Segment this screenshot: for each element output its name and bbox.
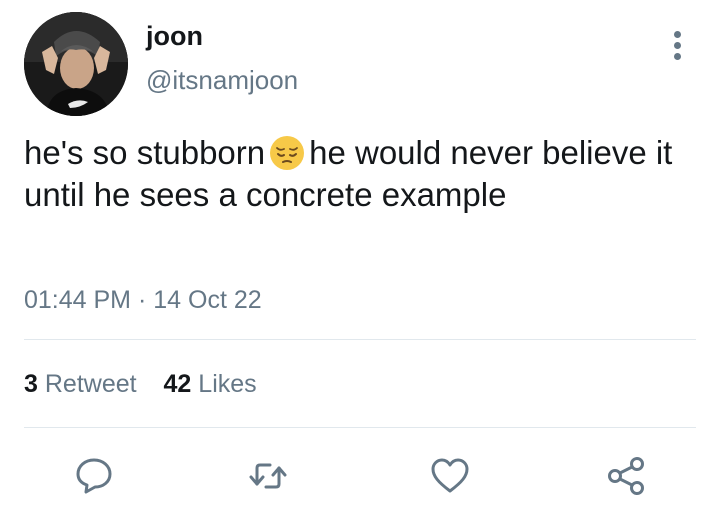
like-button[interactable]: [428, 454, 472, 498]
heart-icon: [431, 458, 469, 493]
tweet-stats: 3 Retweet 42 Likes: [24, 368, 277, 400]
tweet-timestamp[interactable]: 01:44 PM · 14 Oct 22: [24, 284, 262, 316]
more-dot: [674, 31, 681, 38]
speech-bubble-icon: [76, 458, 112, 494]
divider: [24, 339, 696, 340]
more-dot: [674, 53, 681, 60]
more-options-icon[interactable]: [664, 28, 692, 64]
reply-button[interactable]: [72, 454, 116, 498]
tweet-time: 01:44 PM: [24, 286, 132, 314]
share-nodes-icon: [608, 457, 644, 495]
user-handle[interactable]: @itsnamjoon: [146, 64, 298, 96]
likes-count: 42: [163, 370, 192, 398]
display-name[interactable]: joon: [146, 20, 203, 52]
retweets-stat[interactable]: 3 Retweet: [24, 368, 137, 400]
avatar[interactable]: [24, 12, 128, 116]
more-dot: [674, 42, 681, 49]
share-button[interactable]: [604, 454, 648, 498]
tweet-text-part-1: he's so stubborn: [24, 134, 266, 171]
meta-separator: ·: [137, 286, 147, 314]
retweets-count: 3: [24, 370, 38, 398]
avatar-photo: [24, 12, 128, 116]
retweet-arrows-icon: [249, 463, 287, 489]
pensive-face-icon: [269, 135, 305, 171]
likes-stat[interactable]: 42 Likes: [164, 368, 257, 400]
retweet-button[interactable]: [246, 454, 290, 498]
likes-label: Likes: [198, 370, 257, 398]
divider: [24, 427, 696, 428]
tweet-text: he's so stubborn he would never believe i…: [24, 132, 684, 216]
tweet-detail: joon @itsnamjoon he's so stubborn he woul…: [0, 0, 720, 529]
tweet-date: 14 Oct 22: [153, 286, 262, 314]
retweets-label: Retweet: [44, 370, 137, 398]
